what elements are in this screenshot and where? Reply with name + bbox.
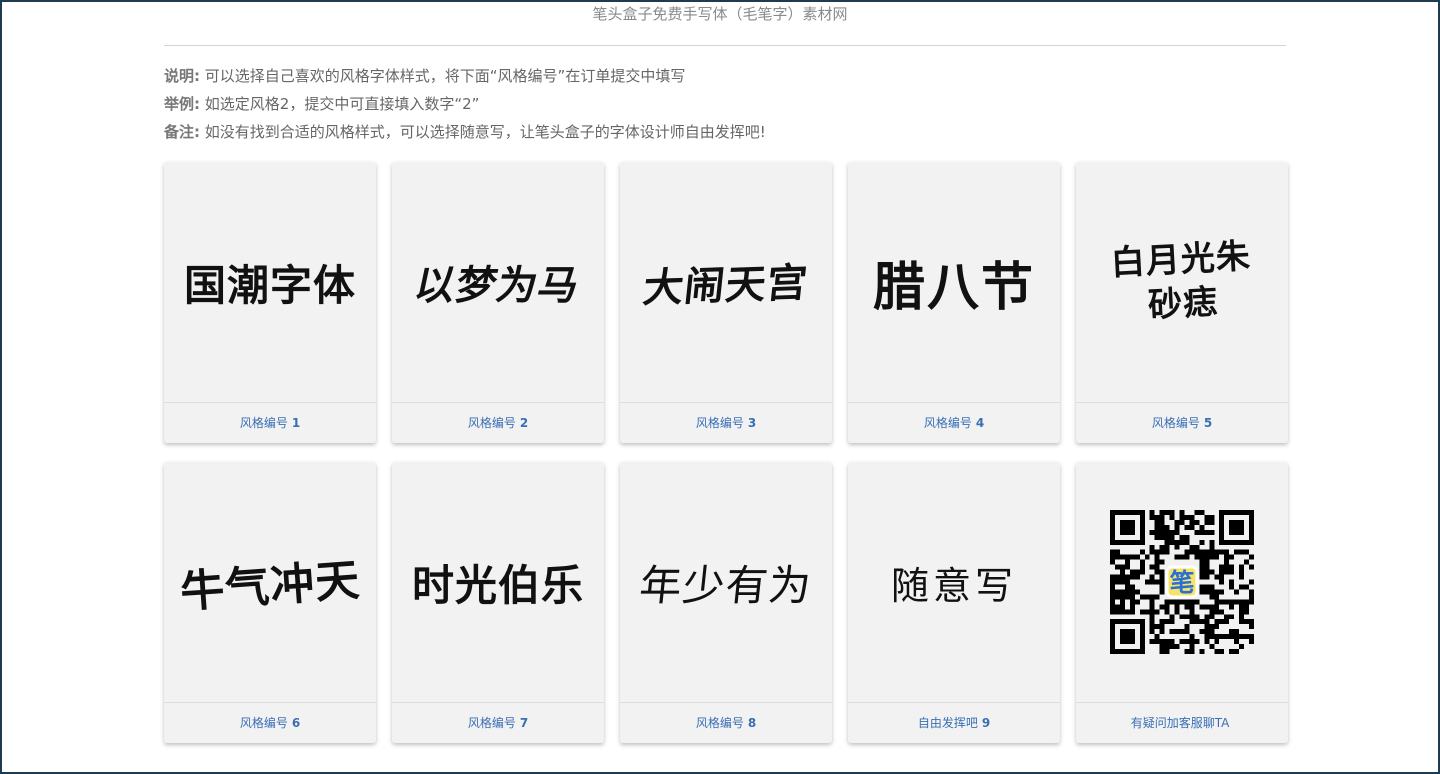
calligraphy-sample: 牛气冲天 [164,462,376,702]
calligraphy-sample: 腊八节 [848,162,1060,402]
note-label: 说明: [164,67,200,85]
sample-text: 牛气冲天 [178,554,362,619]
sample-text: 大闹天宫 [640,259,811,312]
note-explanation: 说明: 可以选择自己喜欢的风格字体样式，将下面“风格编号”在订单提交中填写 [164,62,766,90]
sample-text: 以梦为马 [410,262,585,309]
style-label: 风格编号 [467,716,516,730]
calligraphy-sample: 时光伯乐 [392,462,604,702]
style-label: 风格编号 [467,416,516,430]
calligraphy-sample: 随意写 [848,462,1060,702]
style-number: 3 [747,416,757,430]
calligraphy-sample: 大闹天宫 [620,162,832,402]
style-number: 9 [981,716,991,730]
style-label: 风格编号 [695,716,744,730]
style-card-5[interactable]: 白月光朱砂痣 风格编号 5 [1076,162,1288,443]
sample-text: 随意写 [890,563,1017,608]
style-card-6[interactable]: 牛气冲天 风格编号 6 [164,462,376,743]
style-label-link[interactable]: 风格编号 8 [620,702,832,744]
calligraphy-sample: 白月光朱砂痣 [1076,162,1288,402]
style-card-7[interactable]: 时光伯乐 风格编号 7 [392,462,604,743]
calligraphy-sample: 年少有为 [620,462,832,702]
style-label: 风格编号 [1151,416,1200,430]
note-remark: 备注: 如没有找到合适的风格样式，可以选择随意写，让笔头盒子的字体设计师自由发挥… [164,118,766,146]
style-number: 8 [747,716,757,730]
style-number: 7 [519,716,529,730]
style-card-4[interactable]: 腊八节 风格编号 4 [848,162,1060,443]
qr-center-glyph: 笔 [1170,568,1195,597]
style-card-9[interactable]: 随意写 自由发挥吧 9 [848,462,1060,743]
style-card-3[interactable]: 大闹天宫 风格编号 3 [620,162,832,443]
sample-text: 国潮字体 [183,260,356,310]
style-card-8[interactable]: 年少有为 风格编号 8 [620,462,832,743]
style-number: 2 [519,416,529,430]
calligraphy-sample: 国潮字体 [164,162,376,402]
style-label: 风格编号 [239,716,288,730]
style-label-link[interactable]: 风格编号 2 [392,402,604,444]
sample-text: 年少有为 [637,560,815,610]
style-label: 风格编号 [923,416,972,430]
style-label: 风格编号 [239,416,288,430]
instructions: 说明: 可以选择自己喜欢的风格字体样式，将下面“风格编号”在订单提交中填写 举例… [164,62,766,146]
style-grid: 国潮字体 风格编号 1 以梦为马 风格编号 2 大闹天宫 风格编号 3 腊八节 风格编… [164,162,1288,743]
note-label: 备注: [164,123,200,141]
calligraphy-sample: 以梦为马 [392,162,604,402]
site-title: 笔头盒子免费手写体（毛笔字）素材网 [592,5,848,23]
page-frame: 笔头盒子免费手写体（毛笔字）素材网 说明: 可以选择自己喜欢的风格字体样式，将下… [0,0,1440,774]
note-text: 可以选择自己喜欢的风格字体样式，将下面“风格编号”在订单提交中填写 [204,67,686,85]
note-text: 如选定风格2，提交中可直接填入数字“2” [204,95,480,113]
style-label-link[interactable]: 自由发挥吧 9 [848,702,1060,744]
style-label-link[interactable]: 风格编号 4 [848,402,1060,444]
qr-code-container: 笔 [1076,462,1288,702]
contact-support-link[interactable]: 有疑问加客服聊TA [1076,702,1288,744]
style-card-2[interactable]: 以梦为马 风格编号 2 [392,162,604,443]
style-card-1[interactable]: 国潮字体 风格编号 1 [164,162,376,443]
style-label-link[interactable]: 风格编号 1 [164,402,376,444]
style-label-link[interactable]: 风格编号 6 [164,702,376,744]
note-example: 举例: 如选定风格2，提交中可直接填入数字“2” [164,90,766,118]
style-label: 风格编号 [695,416,744,430]
support-qr-card[interactable]: 笔 有疑问加客服聊TA [1076,462,1288,743]
qr-code-icon[interactable]: 笔 [1110,510,1254,654]
note-text: 如没有找到合适的风格样式，可以选择随意写，让笔头盒子的字体设计师自由发挥吧! [204,123,766,141]
style-number: 4 [975,416,985,430]
note-label: 举例: [164,95,200,113]
style-label-link[interactable]: 风格编号 5 [1076,402,1288,444]
sample-text: 腊八节 [872,256,1035,318]
support-label: 有疑问加客服聊TA [1130,716,1230,730]
style-label-link[interactable]: 风格编号 7 [392,702,604,744]
style-label-link[interactable]: 风格编号 3 [620,402,832,444]
sample-text: 白月光朱砂痣 [1109,236,1252,326]
style-number: 6 [291,716,301,730]
header-divider [164,45,1286,46]
style-number: 1 [291,416,301,430]
sample-text: 时光伯乐 [411,560,584,610]
style-number: 5 [1203,416,1213,430]
style-label: 自由发挥吧 [917,716,978,730]
